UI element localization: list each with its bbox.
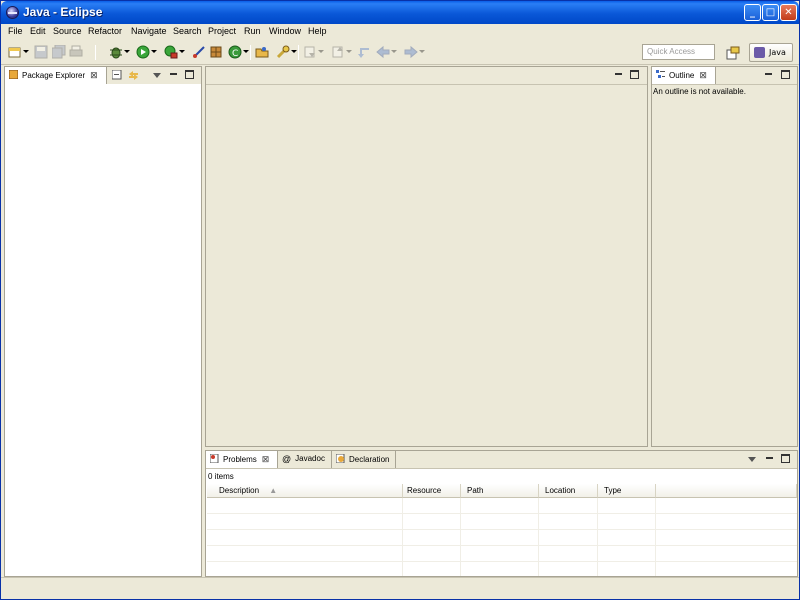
eclipse-window: Java - Eclipse _ □ ✕ File Edit Source Re… (0, 0, 800, 600)
new-java-project-icon[interactable] (209, 45, 223, 59)
next-annotation-icon[interactable] (303, 45, 324, 59)
maximize-view-icon[interactable] (185, 70, 194, 79)
external-tools-icon[interactable] (192, 45, 206, 59)
outline-view: Outline ⊠ An outline is not available. (651, 66, 798, 447)
column-path[interactable]: Path (461, 484, 539, 498)
maximize-view-icon[interactable] (781, 454, 790, 463)
column-description[interactable]: Description ▲ (207, 484, 403, 498)
print-icon[interactable] (69, 45, 83, 59)
menu-source[interactable]: Source (53, 26, 82, 36)
tab-package-explorer[interactable]: Package Explorer ⊠ (5, 67, 107, 84)
problems-count: 0 items (208, 472, 234, 481)
new-class-icon[interactable]: C (228, 45, 249, 59)
minimize-view-icon[interactable] (169, 70, 178, 79)
menu-bar: File Edit Source Refactor Navigate Searc… (1, 24, 799, 40)
package-explorer-view: Package Explorer ⊠ (4, 66, 202, 577)
menu-edit[interactable]: Edit (30, 26, 46, 36)
column-resource[interactable]: Resource (403, 484, 461, 498)
menu-run[interactable]: Run (244, 26, 261, 36)
debug-icon[interactable] (109, 45, 130, 59)
column-type[interactable]: Type (598, 484, 656, 498)
package-explorer-icon (8, 69, 19, 80)
search-icon[interactable] (276, 45, 297, 59)
view-menu-icon[interactable] (748, 457, 756, 462)
last-edit-icon[interactable] (357, 45, 371, 59)
menu-project[interactable]: Project (208, 26, 236, 36)
menu-search[interactable]: Search (173, 26, 202, 36)
new-icon[interactable] (8, 45, 29, 59)
save-icon[interactable] (34, 45, 48, 59)
link-with-editor-icon[interactable] (128, 70, 138, 80)
forward-icon[interactable] (404, 45, 425, 59)
quick-access-input[interactable]: Quick Access (642, 44, 715, 60)
view-menu-icon[interactable] (153, 73, 161, 78)
tab-declaration[interactable]: Declaration (332, 451, 396, 468)
editor-area (205, 66, 648, 447)
table-row (207, 530, 797, 546)
problems-icon (209, 453, 219, 464)
maximize-editor-icon[interactable] (630, 70, 639, 79)
java-perspective-button[interactable]: Java (749, 43, 793, 62)
outline-icon (656, 70, 665, 79)
menu-help[interactable]: Help (308, 26, 327, 36)
title-bar[interactable]: Java - Eclipse _ □ ✕ (1, 1, 799, 24)
editor-body[interactable] (206, 84, 647, 446)
save-all-icon[interactable] (51, 44, 66, 59)
table-row (207, 562, 797, 578)
outline-body: An outline is not available. (652, 84, 797, 446)
outline-message: An outline is not available. (653, 87, 746, 96)
declaration-icon (335, 453, 345, 464)
svg-text:C: C (232, 49, 238, 59)
run-icon[interactable] (136, 45, 157, 59)
tab-problems[interactable]: Problems ⊠ (206, 451, 278, 468)
table-row (207, 498, 797, 514)
java-window-icon (6, 6, 19, 19)
table-row (207, 546, 797, 562)
tab-javadoc[interactable]: @ Javadoc (278, 451, 332, 468)
menu-file[interactable]: File (8, 26, 23, 36)
menu-navigate[interactable]: Navigate (131, 26, 167, 36)
minimize-view-icon[interactable] (764, 70, 773, 79)
column-filler (656, 484, 797, 498)
javadoc-icon: @ (282, 454, 292, 464)
java-perspective-icon (754, 47, 765, 58)
coverage-icon[interactable] (164, 45, 185, 59)
table-row (207, 514, 797, 530)
tab-outline[interactable]: Outline ⊠ (652, 67, 716, 84)
menu-window[interactable]: Window (269, 26, 301, 36)
close-tab-icon[interactable]: ⊠ (90, 70, 98, 81)
minimize-editor-icon[interactable] (614, 70, 623, 79)
close-tab-icon[interactable]: ⊠ (699, 70, 707, 81)
minimize-button[interactable]: _ (744, 4, 761, 21)
previous-annotation-icon[interactable] (331, 45, 352, 59)
minimize-view-icon[interactable] (765, 454, 774, 463)
status-bar (1, 577, 799, 599)
maximize-button[interactable]: □ (762, 4, 779, 21)
collapse-all-icon[interactable] (111, 69, 122, 80)
open-perspective-icon[interactable] (726, 46, 740, 60)
sort-ascending-icon: ▲ (269, 486, 278, 495)
back-icon[interactable] (376, 45, 397, 59)
package-explorer-tree[interactable] (5, 84, 201, 576)
open-type-icon[interactable] (255, 45, 269, 59)
column-location[interactable]: Location (539, 484, 598, 498)
window-title: Java - Eclipse (23, 5, 103, 19)
close-tab-icon[interactable]: ⊠ (262, 454, 270, 465)
close-button[interactable]: ✕ (780, 4, 797, 21)
menu-refactor[interactable]: Refactor (88, 26, 122, 36)
maximize-view-icon[interactable] (781, 70, 790, 79)
